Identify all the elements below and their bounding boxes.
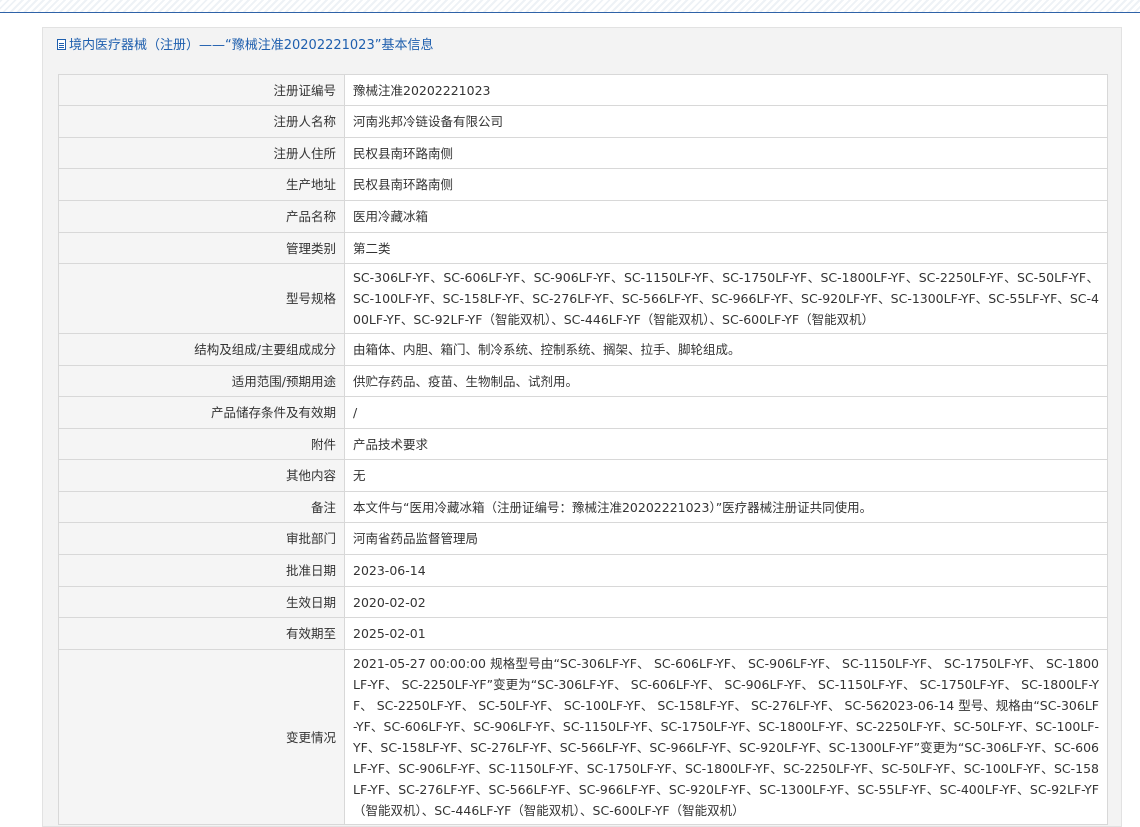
table-row: 产品储存条件及有效期 / <box>58 396 1108 429</box>
table-row: 注册人住所 民权县南环路南侧 <box>58 137 1108 169</box>
table-row: 变更情况 2021-05-27 00:00:00 规格型号由“SC-306LF-… <box>58 649 1108 825</box>
row-label: 结构及组成/主要组成成分 <box>58 333 345 366</box>
row-value: 2025-02-01 <box>344 617 1108 650</box>
row-value: SC-306LF-YF、SC-606LF-YF、SC-906LF-YF、SC-1… <box>344 263 1108 334</box>
panel-title-bar: 境内医疗器械（注册）——“豫械注准20202221023”基本信息 <box>43 28 1121 64</box>
row-label: 批准日期 <box>58 554 345 587</box>
registration-info-table: 注册证编号 豫械注准20202221023 注册人名称 河南兆邦冷链设备有限公司… <box>58 74 1108 825</box>
table-row: 备注 本文件与“医用冷藏冰箱（注册证编号：豫械注准20202221023）”医疗… <box>58 491 1108 523</box>
row-value: 供贮存药品、疫苗、生物制品、试剂用。 <box>344 365 1108 397</box>
table-row: 批准日期 2023-06-14 <box>58 554 1108 587</box>
row-label: 其他内容 <box>58 459 345 492</box>
row-value: 民权县南环路南侧 <box>344 137 1108 169</box>
table-row: 结构及组成/主要组成成分 由箱体、内胆、箱门、制冷系统、控制系统、搁架、拉手、脚… <box>58 333 1108 366</box>
row-label: 备注 <box>58 491 345 523</box>
table-row: 适用范围/预期用途 供贮存药品、疫苗、生物制品、试剂用。 <box>58 365 1108 397</box>
row-value: 产品技术要求 <box>344 428 1108 460</box>
row-label: 产品储存条件及有效期 <box>58 396 345 429</box>
row-value: 第二类 <box>344 232 1108 264</box>
row-value: 豫械注准20202221023 <box>344 74 1108 106</box>
table-row: 有效期至 2025-02-01 <box>58 617 1108 650</box>
table-row: 管理类别 第二类 <box>58 232 1108 264</box>
row-value: 河南省药品监督管理局 <box>344 522 1108 555</box>
row-label: 适用范围/预期用途 <box>58 365 345 397</box>
row-value: 无 <box>344 459 1108 492</box>
table-row: 注册证编号 豫械注准20202221023 <box>58 74 1108 106</box>
row-label: 产品名称 <box>58 200 345 233</box>
row-value: 本文件与“医用冷藏冰箱（注册证编号：豫械注准20202221023）”医疗器械注… <box>344 491 1108 523</box>
basic-info-panel: 境内医疗器械（注册）——“豫械注准20202221023”基本信息 注册证编号 … <box>42 27 1122 827</box>
table-row: 生效日期 2020-02-02 <box>58 586 1108 618</box>
table-row: 注册人名称 河南兆邦冷链设备有限公司 <box>58 105 1108 138</box>
row-label: 注册人住所 <box>58 137 345 169</box>
table-row: 型号规格 SC-306LF-YF、SC-606LF-YF、SC-906LF-YF… <box>58 263 1108 334</box>
table-row: 其他内容 无 <box>58 459 1108 492</box>
row-label: 有效期至 <box>58 617 345 650</box>
table-row: 生产地址 民权县南环路南侧 <box>58 168 1108 201</box>
document-icon <box>57 39 66 50</box>
table-row: 附件 产品技术要求 <box>58 428 1108 460</box>
row-value: / <box>344 396 1108 429</box>
row-label: 管理类别 <box>58 232 345 264</box>
row-label: 附件 <box>58 428 345 460</box>
row-value: 民权县南环路南侧 <box>344 168 1108 201</box>
row-value: 2023-06-14 <box>344 554 1108 587</box>
page-title: 境内医疗器械（注册）——“豫械注准20202221023”基本信息 <box>69 38 434 53</box>
row-value: 2020-02-02 <box>344 586 1108 618</box>
table-row: 审批部门 河南省药品监督管理局 <box>58 522 1108 555</box>
row-label: 生效日期 <box>58 586 345 618</box>
row-label: 型号规格 <box>58 263 345 334</box>
row-value: 河南兆邦冷链设备有限公司 <box>344 105 1108 138</box>
table-row: 产品名称 医用冷藏冰箱 <box>58 200 1108 233</box>
top-divider-bar <box>0 0 1140 13</box>
row-label: 注册证编号 <box>58 74 345 106</box>
row-value: 2021-05-27 00:00:00 规格型号由“SC-306LF-YF、 S… <box>344 649 1108 825</box>
row-value: 医用冷藏冰箱 <box>344 200 1108 233</box>
row-label: 变更情况 <box>58 649 345 825</box>
row-label: 审批部门 <box>58 522 345 555</box>
row-label: 注册人名称 <box>58 105 345 138</box>
row-label: 生产地址 <box>58 168 345 201</box>
row-value: 由箱体、内胆、箱门、制冷系统、控制系统、搁架、拉手、脚轮组成。 <box>344 333 1108 366</box>
